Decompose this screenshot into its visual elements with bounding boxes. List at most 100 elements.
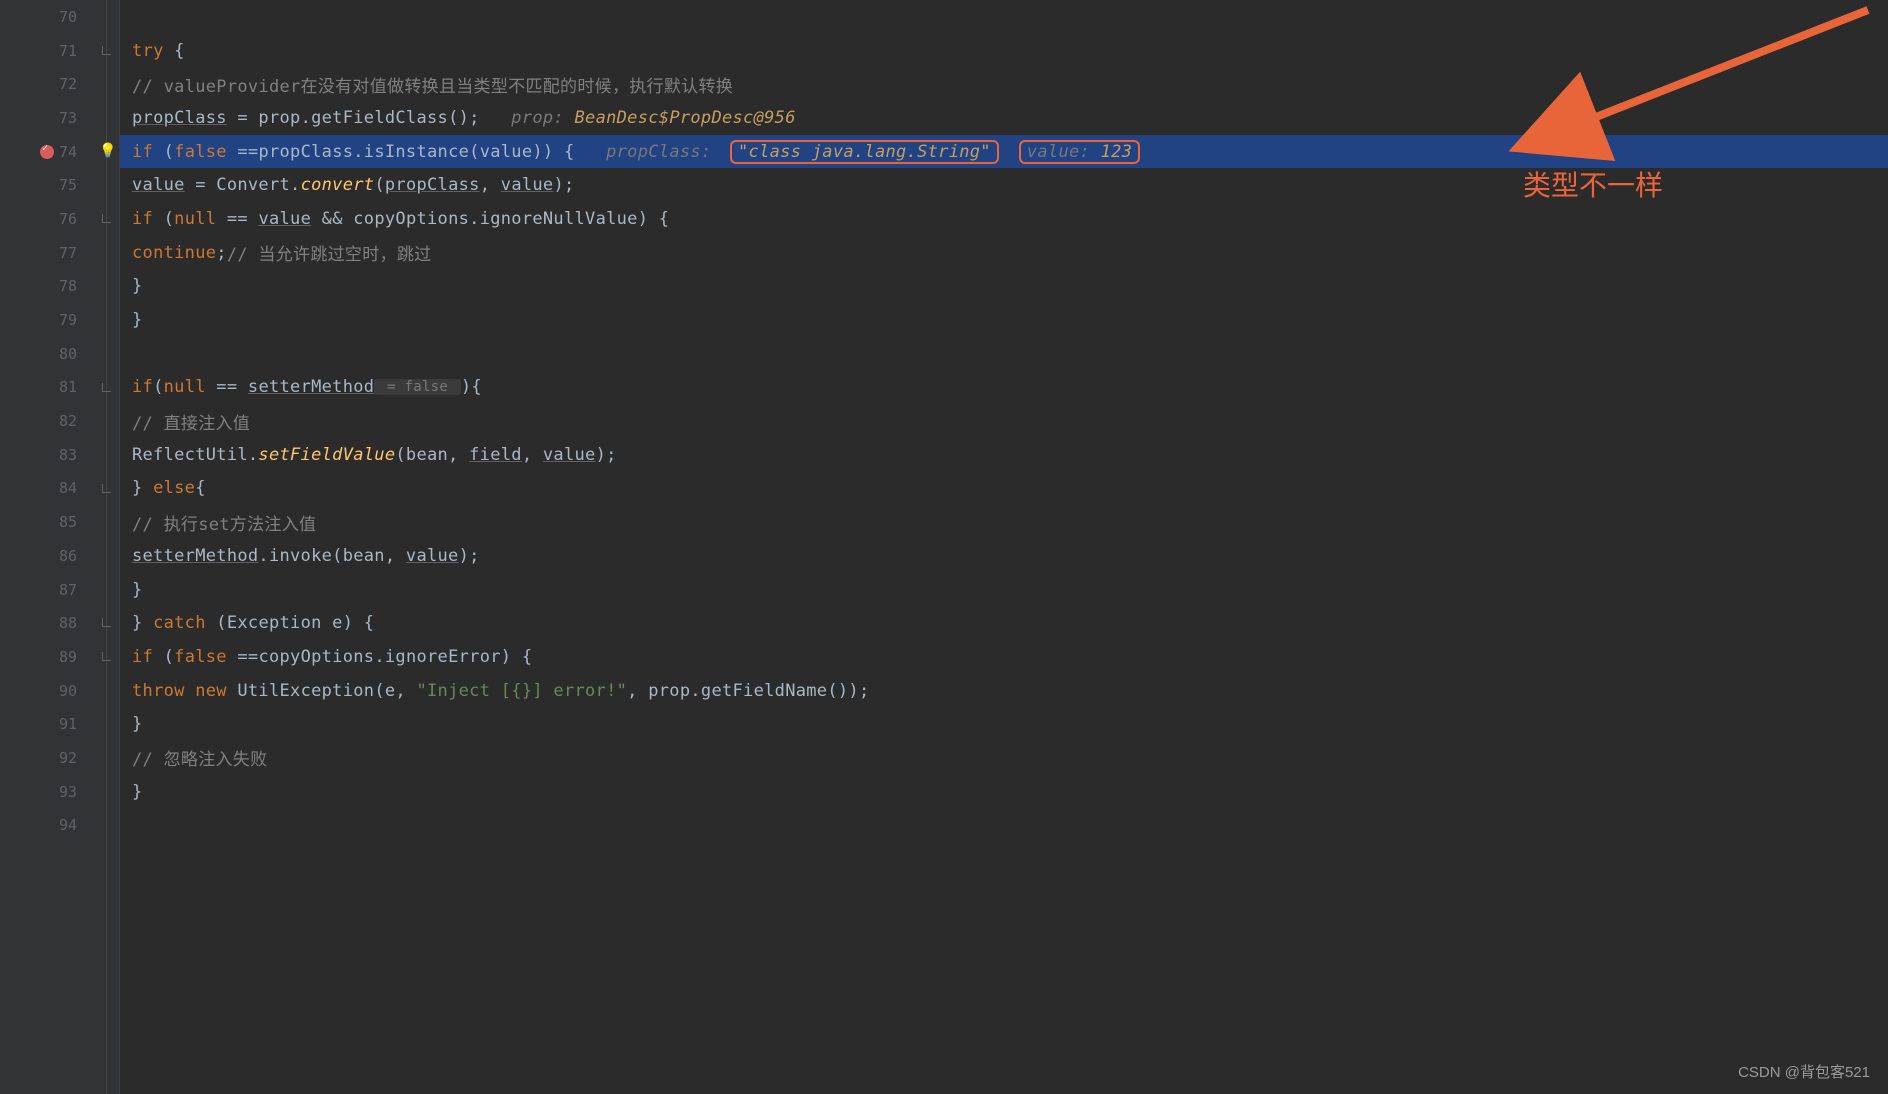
keyword-false: false <box>174 647 227 667</box>
code-line[interactable]: // 执行set方法注入值 <box>120 505 1888 539</box>
brace: } <box>132 478 153 498</box>
argument: propClass <box>385 175 480 195</box>
brace: { <box>195 478 206 498</box>
variable: value <box>132 175 185 195</box>
line-number[interactable]: 77 <box>0 236 95 270</box>
code-line[interactable]: try { <box>120 34 1888 68</box>
lightbulb-icon[interactable]: 💡 <box>99 143 113 159</box>
keyword-if: if <box>132 377 153 397</box>
code-line[interactable]: } <box>120 775 1888 809</box>
fold-toggle-icon[interactable] <box>102 652 111 661</box>
code-text: ( <box>374 175 385 195</box>
keyword-null: null <box>164 377 206 397</box>
argument: value <box>501 175 554 195</box>
line-number[interactable]: 88 <box>0 606 95 640</box>
line-number[interactable]: 75 <box>0 168 95 202</box>
line-number[interactable]: 90 <box>0 674 95 708</box>
code-line[interactable]: if (false ==copyOptions.ignoreError) { <box>120 640 1888 674</box>
line-number[interactable]: 73 <box>0 101 95 135</box>
code-line[interactable]: } <box>120 270 1888 304</box>
inline-hint-label: propClass: <box>606 142 722 162</box>
debug-value-box: value: 123 <box>1019 140 1140 164</box>
code-text: ) { <box>501 647 533 667</box>
fold-toggle-icon[interactable] <box>102 46 111 55</box>
method-call: isInstance <box>364 142 469 162</box>
variable: value <box>258 209 311 229</box>
code-editor[interactable]: 70 71 72 73 74 75 76 77 78 79 80 81 82 8… <box>0 0 1888 1094</box>
line-number[interactable]: 91 <box>0 707 95 741</box>
fold-gutter[interactable]: 💡 <box>95 0 120 1094</box>
line-number[interactable]: 84 <box>0 472 95 506</box>
code-text: ); <box>459 546 480 566</box>
brace: { <box>164 41 185 61</box>
code-line[interactable]: // 直接注入值 <box>120 404 1888 438</box>
line-number[interactable]: 70 <box>0 0 95 34</box>
keyword-if: if <box>132 209 153 229</box>
code-text: (value)) { <box>469 142 606 162</box>
line-number[interactable]: 71 <box>0 34 95 68</box>
variable: setterMethod <box>248 377 374 397</box>
code-text: ){ <box>461 377 482 397</box>
code-line[interactable]: // 忽略注入失败 <box>120 741 1888 775</box>
brace: } <box>132 782 143 802</box>
code-line[interactable] <box>120 0 1888 34</box>
code-line[interactable]: } <box>120 707 1888 741</box>
code-line[interactable]: continue;// 当允许跳过空时，跳过 <box>120 236 1888 270</box>
line-number[interactable]: 93 <box>0 775 95 809</box>
code-line[interactable]: } catch (Exception e) { <box>120 606 1888 640</box>
code-line[interactable]: } else{ <box>120 472 1888 506</box>
line-number[interactable]: 89 <box>0 640 95 674</box>
line-number[interactable]: 82 <box>0 404 95 438</box>
keyword-try: try <box>132 41 164 61</box>
line-number[interactable]: 81 <box>0 371 95 405</box>
code-line[interactable]: propClass = prop.getFieldClass(); prop: … <box>120 101 1888 135</box>
code-line[interactable] <box>120 809 1888 843</box>
fold-toggle-icon[interactable] <box>102 214 111 223</box>
inline-hint-value: "class java.lang.String" <box>738 142 991 162</box>
code-line[interactable]: // valueProvider在没有对值做转换且当类型不匹配的时候，执行默认转… <box>120 67 1888 101</box>
code-line[interactable]: throw new UtilException(e, "Inject [{}] … <box>120 674 1888 708</box>
code-line[interactable]: setterMethod.invoke(bean, value); <box>120 539 1888 573</box>
line-number-breakpoint[interactable]: 74 <box>0 135 95 169</box>
inline-value-hint: = false <box>374 379 461 395</box>
line-number[interactable]: 80 <box>0 337 95 371</box>
comment: // valueProvider在没有对值做转换且当类型不匹配的时候，执行默认转… <box>132 72 733 97</box>
inline-hint-value: 123 <box>1101 142 1133 162</box>
code-text: , <box>480 175 501 195</box>
code-text: (bean, <box>395 445 469 465</box>
variable: setterMethod <box>132 546 258 566</box>
code-text: ( <box>153 142 174 162</box>
line-number[interactable]: 78 <box>0 270 95 304</box>
line-number[interactable]: 83 <box>0 438 95 472</box>
code-line[interactable]: if(null == setterMethod = false ){ <box>120 371 1888 405</box>
code-line[interactable]: } <box>120 303 1888 337</box>
fold-toggle-icon[interactable] <box>102 618 111 627</box>
code-line[interactable] <box>120 337 1888 371</box>
code-text: && copyOptions. <box>311 209 480 229</box>
inline-hint-value: BeanDesc$PropDesc@956 <box>575 108 796 128</box>
code-line[interactable]: ReflectUtil.setFieldValue(bean, field, v… <box>120 438 1888 472</box>
code-line[interactable]: if (null == value && copyOptions.ignoreN… <box>120 202 1888 236</box>
line-number-gutter[interactable]: 70 71 72 73 74 75 76 77 78 79 80 81 82 8… <box>0 0 95 1094</box>
argument: value <box>543 445 596 465</box>
brace: } <box>132 310 143 330</box>
line-number[interactable]: 87 <box>0 573 95 607</box>
fold-toggle-icon[interactable] <box>102 383 111 392</box>
line-number[interactable]: 76 <box>0 202 95 236</box>
line-number[interactable]: 85 <box>0 505 95 539</box>
code-text: ( <box>153 209 174 229</box>
line-number[interactable]: 86 <box>0 539 95 573</box>
line-number[interactable]: 92 <box>0 741 95 775</box>
code-text: ( <box>153 647 174 667</box>
fold-toggle-icon[interactable] <box>102 484 111 493</box>
line-number[interactable]: 94 <box>0 809 95 843</box>
code-line[interactable]: } <box>120 573 1888 607</box>
field: ignoreError <box>385 647 501 667</box>
comment: // 直接注入值 <box>132 409 250 434</box>
inline-hint-label: prop: <box>511 108 574 128</box>
code-area[interactable]: try { // valueProvider在没有对值做转换且当类型不匹配的时候… <box>120 0 1888 1094</box>
code-text: (Exception e) { <box>206 613 375 633</box>
line-number[interactable]: 79 <box>0 303 95 337</box>
comment: // 执行set方法注入值 <box>132 510 316 535</box>
line-number[interactable]: 72 <box>0 67 95 101</box>
